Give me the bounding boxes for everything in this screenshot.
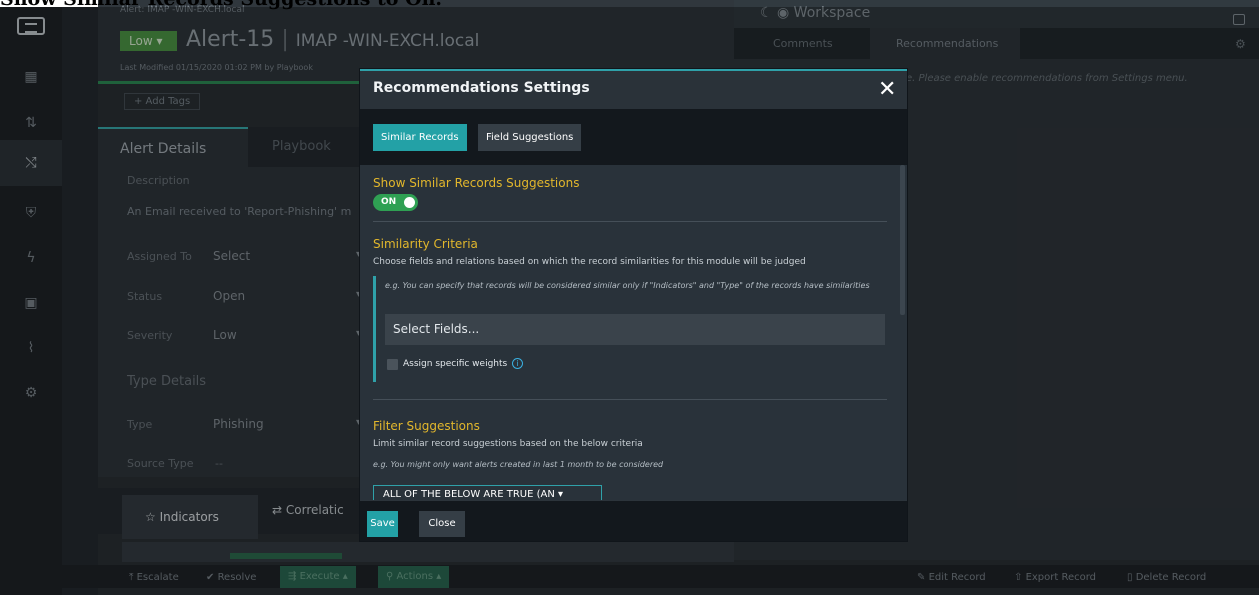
section-divider xyxy=(373,221,887,222)
select-fields-input[interactable]: Select Fields... xyxy=(385,314,885,345)
filter-suggestions-title: Filter Suggestions xyxy=(373,419,480,433)
filter-help: Limit similar record suggestions based o… xyxy=(373,439,643,449)
close-icon[interactable]: ✕ xyxy=(878,79,896,101)
dialog-title: Recommendations Settings xyxy=(373,80,590,96)
dialog-footer: Save Close xyxy=(360,500,907,541)
recommendations-settings-dialog: Recommendations Settings ✕ Similar Recor… xyxy=(360,69,907,541)
tab-field-suggestions[interactable]: Field Suggestions xyxy=(478,124,582,151)
show-similar-title: Show Similar Records Suggestions xyxy=(373,176,580,190)
dialog-tabs: Similar Records Field Suggestions xyxy=(360,109,907,165)
toggle-knob xyxy=(404,197,415,208)
tab-similar-records[interactable]: Similar Records xyxy=(373,124,467,151)
section-divider xyxy=(373,399,887,400)
show-similar-toggle[interactable]: ON xyxy=(373,194,418,211)
criteria-accent-bar xyxy=(373,276,376,382)
assign-weights-label: Assign specific weights i xyxy=(403,358,524,369)
save-button[interactable]: Save xyxy=(367,511,398,537)
similarity-help: Choose fields and relations based on whi… xyxy=(373,257,806,267)
dialog-body: Show Similar Records Suggestions ON Simi… xyxy=(360,165,907,500)
similarity-example: e.g. You can specify that records will b… xyxy=(385,281,870,290)
instruction-caption: Show Similar Records Suggestions to On. xyxy=(0,0,442,10)
filter-example: e.g. You might only want alerts created … xyxy=(373,460,664,469)
filter-condition-select[interactable]: ALL OF THE BELOW ARE TRUE (AN ▾ xyxy=(373,485,602,500)
assign-weights-text: Assign specific weights xyxy=(403,359,508,369)
dialog-scrollbar[interactable] xyxy=(900,165,905,315)
info-icon[interactable]: i xyxy=(512,358,524,369)
toggle-label: ON xyxy=(381,197,397,207)
similarity-criteria-title: Similarity Criteria xyxy=(373,237,478,251)
assign-weights-checkbox[interactable] xyxy=(387,359,398,370)
close-button[interactable]: Close xyxy=(419,511,465,537)
dialog-header: Recommendations Settings ✕ xyxy=(360,71,907,109)
